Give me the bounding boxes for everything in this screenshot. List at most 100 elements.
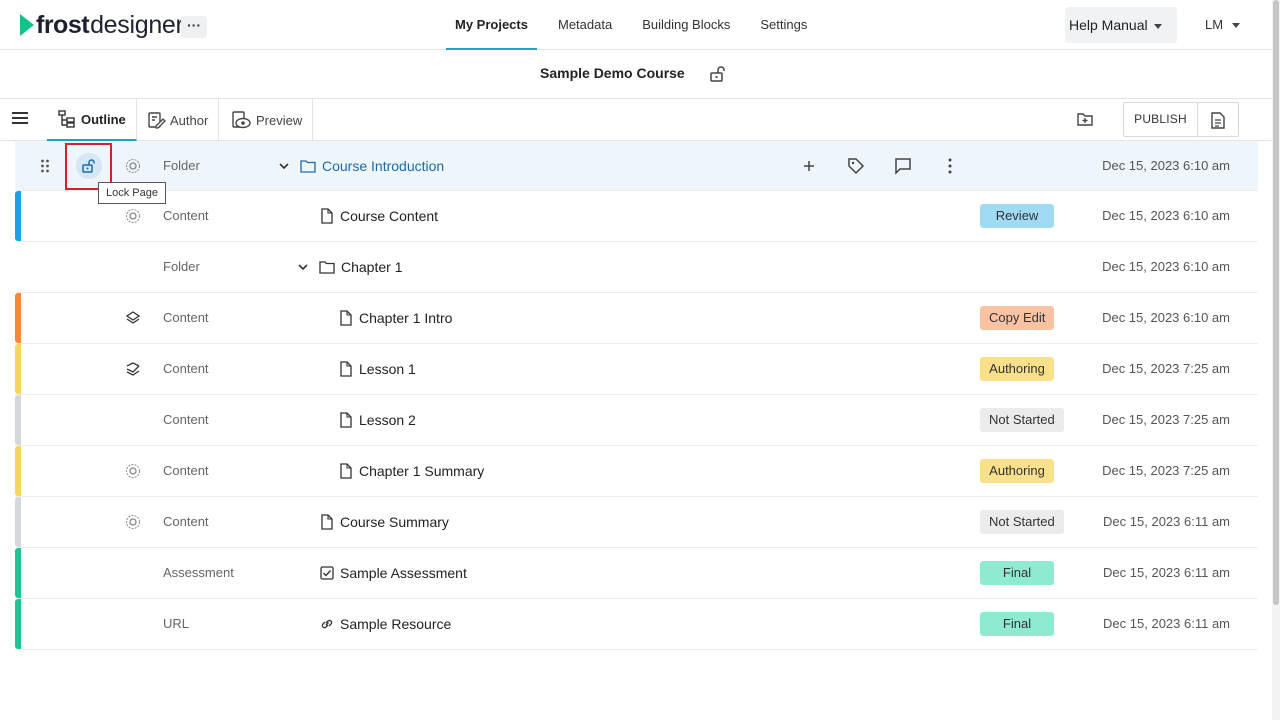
more-vertical-icon[interactable] (941, 157, 959, 175)
comment-icon[interactable] (894, 157, 912, 175)
tag-icon[interactable] (847, 157, 865, 175)
vertical-scrollbar[interactable] (1272, 0, 1280, 720)
help-manual-dropdown[interactable]: Help Manual (1065, 7, 1177, 43)
table-row[interactable]: Folder Chapter 1 Dec 15, 2023 6:10 am (15, 242, 1258, 293)
row-name-text: Chapter 1 Intro (359, 310, 453, 326)
row-name[interactable]: Lesson 1 (339, 344, 416, 394)
folder-icon (319, 261, 335, 274)
table-row[interactable]: Content Chapter 1 Intro Copy Edit Dec 15… (15, 293, 1258, 344)
layers-icon (125, 311, 141, 324)
row-name-text: Course Summary (340, 514, 449, 530)
status-badge: Review (980, 204, 1054, 228)
table-row[interactable]: URL Sample Resource Final Dec 15, 2023 6… (15, 599, 1258, 650)
tab-outline[interactable]: Outline (47, 99, 137, 141)
table-row[interactable]: Folder Course Introduction Dec 15, 2023 … (15, 141, 1258, 191)
row-date: Dec 15, 2023 7:25 am (1102, 412, 1230, 427)
folder-icon (300, 160, 316, 173)
row-date: Dec 15, 2023 6:10 am (1102, 158, 1230, 173)
page-icon (340, 463, 352, 479)
row-type: Content (163, 361, 209, 376)
row-name-text: Chapter 1 (341, 259, 403, 275)
unlock-icon[interactable] (709, 65, 725, 83)
page-icon (340, 310, 352, 326)
row-name[interactable]: Course Introduction (300, 141, 444, 191)
row-date: Dec 15, 2023 7:25 am (1102, 463, 1230, 478)
chevron-down-icon[interactable] (279, 161, 289, 171)
row-type: Content (163, 412, 209, 427)
add-icon[interactable] (800, 157, 818, 175)
settings-gear-icon (126, 515, 140, 529)
chevron-down-icon[interactable] (298, 262, 308, 272)
document-button[interactable] (1197, 102, 1239, 137)
nav-settings[interactable]: Settings (751, 0, 816, 50)
outline-list: Folder Course Introduction Dec 15, 2023 … (15, 141, 1258, 650)
row-date: Dec 15, 2023 6:11 am (1103, 514, 1230, 529)
page-icon (321, 514, 333, 530)
table-row[interactable]: Content Chapter 1 Summary Authoring Dec … (15, 446, 1258, 497)
status-color-bar (15, 548, 21, 598)
main-nav: My Projects Metadata Building Blocks Set… (446, 0, 828, 50)
nav-my-projects[interactable]: My Projects (446, 0, 537, 50)
row-actions (800, 157, 988, 175)
status-badge: Final (980, 561, 1054, 585)
add-folder-icon[interactable] (1076, 110, 1094, 128)
scrollbar-thumb[interactable] (1273, 0, 1279, 605)
settings-gear-icon (126, 464, 140, 478)
tab-author-label: Author (170, 112, 209, 128)
tab-outline-label: Outline (81, 111, 126, 127)
table-row[interactable]: Content Course Content Review Dec 15, 20… (15, 191, 1258, 242)
row-date: Dec 15, 2023 6:10 am (1102, 310, 1230, 325)
row-date: Dec 15, 2023 6:11 am (1103, 565, 1230, 580)
status-color-bar (15, 446, 21, 496)
row-name[interactable]: Lesson 2 (339, 395, 416, 445)
preview-icon (232, 111, 251, 129)
menu-icon[interactable] (12, 112, 28, 126)
row-date: Dec 15, 2023 6:10 am (1102, 259, 1230, 274)
caret-down-icon (1232, 23, 1241, 29)
row-name[interactable]: Sample Resource (320, 599, 451, 649)
drag-handle-icon[interactable] (40, 159, 50, 173)
page-icon (340, 361, 352, 377)
status-color-bar (15, 344, 21, 394)
table-row[interactable]: Assessment Sample Assessment Final Dec 1… (15, 548, 1258, 599)
status-color-bar (15, 497, 21, 547)
row-name-text: Sample Resource (340, 616, 452, 632)
nav-building-blocks[interactable]: Building Blocks (633, 0, 739, 50)
tab-preview-label: Preview (256, 112, 303, 128)
row-name-text: Lesson 2 (359, 412, 416, 428)
row-name-text: Sample Assessment (340, 565, 467, 581)
publish-button[interactable]: PUBLISH (1123, 102, 1198, 137)
help-manual-label: Help Manual (1069, 17, 1148, 33)
frost-designer-logo[interactable]: frost designer (20, 11, 184, 39)
status-badge: Copy Edit (980, 306, 1055, 330)
status-badge: Authoring (980, 357, 1054, 381)
table-row[interactable]: Content Course Summary Not Started Dec 1… (15, 497, 1258, 548)
row-name[interactable]: Course Summary (320, 497, 449, 547)
row-name[interactable]: Course Content (320, 191, 438, 241)
row-name[interactable]: Chapter 1 Summary (339, 446, 484, 496)
row-type: Content (163, 310, 209, 325)
row-name[interactable]: Chapter 1 (319, 242, 402, 292)
more-options-button[interactable]: ··· (181, 16, 207, 38)
row-name-text: Chapter 1 Summary (359, 463, 485, 479)
row-type: Content (163, 208, 209, 223)
tab-author[interactable]: Author (136, 99, 220, 141)
document-icon (1211, 112, 1225, 129)
status-badge: Final (980, 612, 1054, 636)
status-badge: Authoring (980, 459, 1054, 483)
logo-text-bold: frost (36, 10, 90, 39)
tab-preview[interactable]: Preview (220, 99, 314, 141)
row-name[interactable]: Sample Assessment (320, 548, 467, 598)
user-menu[interactable]: LM (1205, 7, 1241, 43)
row-date: Dec 15, 2023 6:10 am (1102, 208, 1230, 223)
row-type: Folder (163, 259, 200, 274)
table-row[interactable]: Content Lesson 2 Not Started Dec 15, 202… (15, 395, 1258, 446)
logo-chevron-icon (20, 14, 34, 36)
status-badge: Not Started (980, 408, 1064, 432)
nav-metadata[interactable]: Metadata (549, 0, 621, 50)
course-title: Sample Demo Course (540, 65, 685, 81)
top-navigation-bar: frost designer ··· My Projects Metadata … (0, 0, 1272, 50)
row-name[interactable]: Chapter 1 Intro (339, 293, 452, 343)
table-row[interactable]: Content Lesson 1 Authoring Dec 15, 2023 … (15, 344, 1258, 395)
checkbox-icon (320, 566, 334, 580)
